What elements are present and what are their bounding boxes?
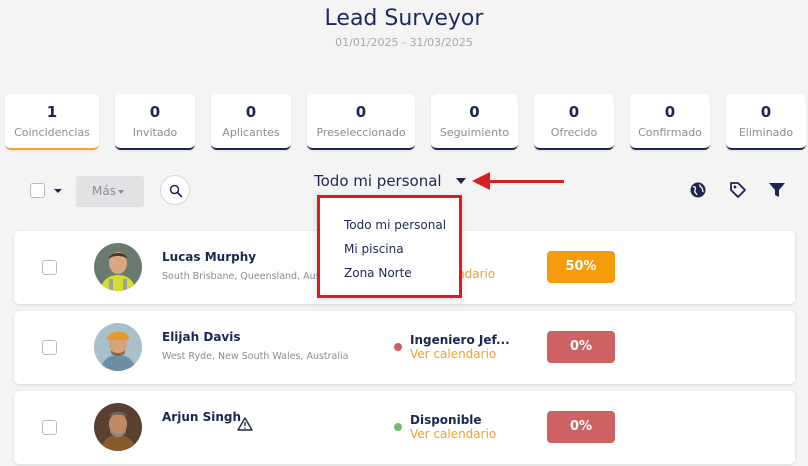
date-range: 01/01/2025 - 31/03/2025 (335, 36, 473, 49)
candidate-location: West Ryde, New South Wales, Australia (162, 351, 349, 362)
stat-card-preseleccionado[interactable]: 0 Preseleccionado (307, 94, 415, 150)
stat-card-confirmado[interactable]: 0 Confirmado (630, 94, 710, 150)
stat-count: 0 (664, 103, 676, 121)
stat-label: Coincidencias (14, 126, 90, 139)
select-all-dropdown-icon[interactable] (54, 189, 62, 193)
stat-count: 0 (355, 103, 367, 121)
chevron-down-icon[interactable] (456, 178, 466, 184)
candidate-row[interactable]: Elijah Davis West Ryde, New South Wales,… (14, 311, 795, 384)
row-checkbox[interactable] (42, 420, 57, 435)
stat-count: 1 (46, 103, 58, 121)
candidate-name[interactable]: Elijah Davis (162, 330, 241, 344)
candidate-name[interactable]: Lucas Murphy (162, 250, 256, 264)
chevron-down-icon (117, 189, 124, 194)
stat-count: 0 (245, 103, 257, 121)
stat-card-seguimiento[interactable]: 0 Seguimiento (431, 94, 518, 150)
stat-label: Preseleccionado (316, 126, 406, 139)
candidate-location: South Brisbane, Queensland, Aus (162, 271, 321, 282)
tag-icon[interactable] (729, 181, 747, 199)
avatar (94, 243, 142, 291)
search-button[interactable] (160, 175, 190, 205)
stat-card-eliminado[interactable]: 0 Eliminado (726, 94, 806, 150)
more-button[interactable]: Más (76, 176, 144, 207)
row-checkbox[interactable] (42, 340, 57, 355)
personnel-dropdown-menu: Todo mi personal Mi piscina Zona Norte (317, 195, 462, 298)
dropdown-option[interactable]: Todo mi personal (344, 218, 446, 232)
dropdown-option[interactable]: Mi piscina (344, 242, 404, 256)
stat-label: Invitado (132, 126, 178, 139)
view-calendar-link[interactable]: Ver calendario (410, 427, 496, 441)
globe-icon[interactable] (689, 181, 707, 199)
stat-card-aplicantes[interactable]: 0 Aplicantes (211, 94, 291, 150)
more-label: Más (92, 184, 116, 198)
stat-label: Aplicantes (222, 126, 280, 139)
status-dot (394, 423, 402, 431)
filter-icon[interactable] (768, 181, 786, 199)
stat-label: Eliminado (738, 126, 794, 139)
match-badge: 50% (547, 251, 615, 283)
candidate-name[interactable]: Arjun Singh (162, 410, 241, 424)
stat-count: 0 (469, 103, 480, 121)
stat-count: 0 (568, 103, 580, 121)
select-all-checkbox[interactable] (30, 183, 45, 198)
view-calendar-link[interactable]: ndario (457, 267, 495, 281)
view-calendar-link[interactable]: Ver calendario (410, 347, 496, 361)
stat-card-coincidencias[interactable]: 1 Coincidencias (5, 94, 99, 150)
page-title: Lead Surveyor (324, 6, 484, 31)
candidate-row[interactable]: Arjun Singh Disponible Ver calendario 0% (14, 391, 795, 464)
warning-icon (237, 417, 253, 431)
personnel-select[interactable]: Todo mi personal (314, 172, 442, 190)
match-badge: 0% (547, 411, 615, 443)
stat-count: 0 (149, 103, 161, 121)
stat-label: Ofrecido (550, 126, 598, 139)
annotation-arrow-line (488, 180, 564, 183)
stat-label: Seguimiento (439, 126, 510, 139)
avatar (94, 403, 142, 451)
candidate-status: Disponible (410, 413, 482, 427)
stat-count: 0 (760, 103, 772, 121)
status-dot (394, 343, 402, 351)
stat-label: Confirmado (638, 126, 702, 139)
avatar (94, 323, 142, 371)
stat-card-ofrecido[interactable]: 0 Ofrecido (534, 94, 614, 150)
stat-card-invitado[interactable]: 0 Invitado (115, 94, 195, 150)
search-icon (169, 184, 183, 198)
match-badge: 0% (547, 331, 615, 363)
row-checkbox[interactable] (42, 260, 57, 275)
candidate-status: Ingeniero Jef... (410, 333, 510, 347)
dropdown-option[interactable]: Zona Norte (344, 266, 412, 280)
